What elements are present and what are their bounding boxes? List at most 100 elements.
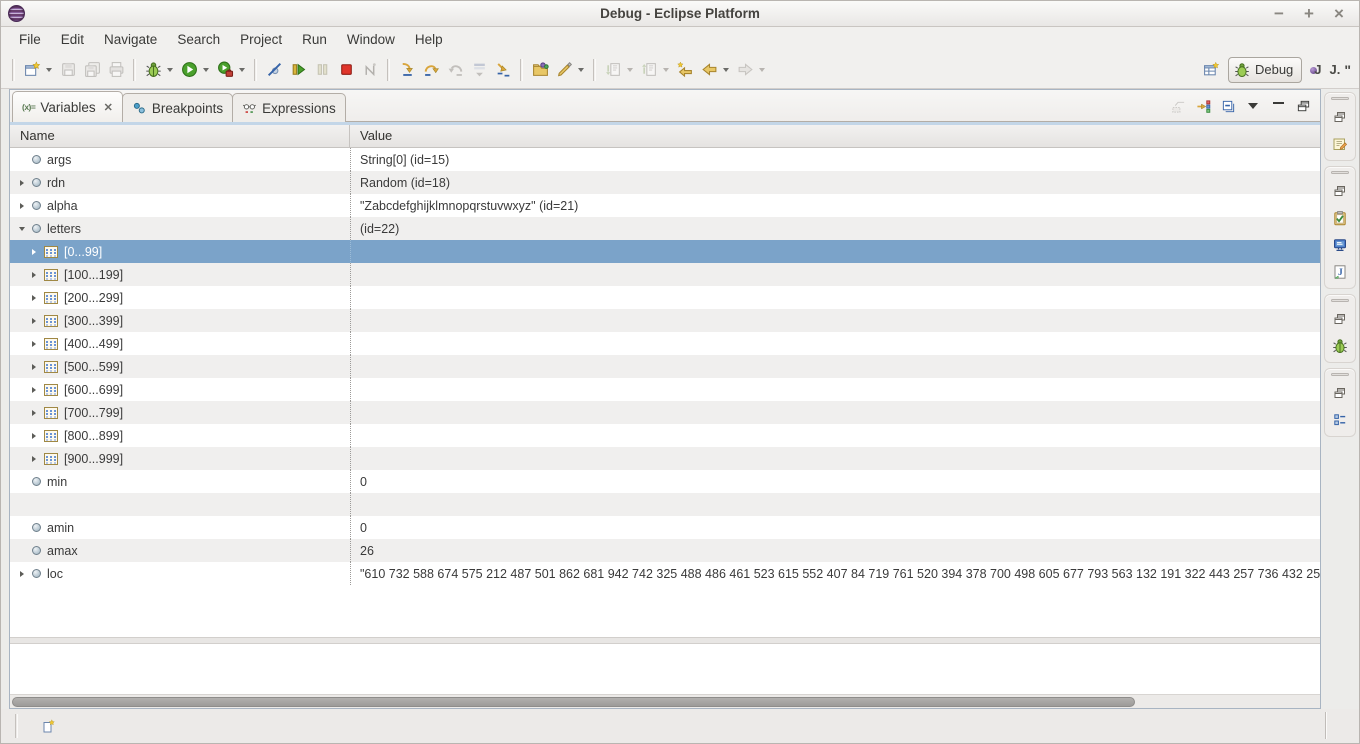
- expand-arrow[interactable]: [16, 571, 28, 577]
- expand-arrow[interactable]: [28, 410, 40, 416]
- disconnect-button[interactable]: [358, 57, 382, 83]
- tab-variables[interactable]: (x)= Variables ✕: [12, 91, 123, 122]
- expand-arrow[interactable]: [16, 203, 28, 209]
- last-edit-location-button[interactable]: [673, 57, 697, 83]
- column-header-name[interactable]: Name: [10, 125, 350, 147]
- column-header-value[interactable]: Value: [350, 125, 1320, 147]
- debug-button[interactable]: [141, 57, 165, 83]
- scrollbar-thumb[interactable]: [12, 697, 1135, 707]
- close-icon[interactable]: ✕: [104, 101, 113, 114]
- debug-view-button[interactable]: [1329, 336, 1351, 356]
- collapse-all-button[interactable]: [1217, 95, 1239, 117]
- table-row[interactable]: letters (id=22): [10, 217, 1320, 240]
- javadoc-view-button[interactable]: J: [1329, 262, 1351, 282]
- console-view-button[interactable]: [1329, 235, 1351, 255]
- restore-outline-button[interactable]: [1329, 383, 1351, 403]
- run-dropdown[interactable]: [201, 57, 211, 83]
- table-row[interactable]: amax 26: [10, 539, 1320, 562]
- perspective-debug-button[interactable]: Debug: [1228, 57, 1302, 83]
- show-logical-structure-button[interactable]: [1192, 95, 1214, 117]
- window-maximize-button[interactable]: +: [1301, 1, 1317, 27]
- menu-project[interactable]: Project: [230, 30, 292, 49]
- tab-breakpoints[interactable]: Breakpoints: [122, 93, 233, 122]
- detail-pane-splitter[interactable]: [10, 637, 1320, 644]
- horizontal-scrollbar[interactable]: [10, 694, 1320, 708]
- back-button[interactable]: [697, 57, 721, 83]
- save-all-button[interactable]: [80, 57, 104, 83]
- expand-arrow[interactable]: [28, 272, 40, 278]
- perspective-overflow-indicator[interactable]: ": [1344, 62, 1351, 78]
- menu-window[interactable]: Window: [337, 30, 405, 49]
- show-columns-button[interactable]: [1167, 95, 1189, 117]
- expand-arrow[interactable]: [28, 456, 40, 462]
- fast-view-button[interactable]: [38, 715, 60, 737]
- next-annotation-dropdown[interactable]: [625, 57, 635, 83]
- tab-expressions[interactable]: Expressions: [232, 93, 346, 122]
- search-button[interactable]: [552, 57, 576, 83]
- menu-file[interactable]: File: [9, 30, 51, 49]
- window-minimize-button[interactable]: −: [1271, 1, 1287, 27]
- back-dropdown[interactable]: [721, 57, 731, 83]
- menu-search[interactable]: Search: [167, 30, 230, 49]
- table-row[interactable]: loc "610 732 588 674 575 212 487 501 862…: [10, 562, 1320, 585]
- forward-dropdown[interactable]: [757, 57, 767, 83]
- suspend-button[interactable]: [310, 57, 334, 83]
- table-row[interactable]: args String[0] (id=15): [10, 148, 1320, 171]
- table-row[interactable]: [100...199]: [10, 263, 1320, 286]
- restore-editor-button[interactable]: [1329, 107, 1351, 127]
- menu-navigate[interactable]: Navigate: [94, 30, 167, 49]
- debug-dropdown[interactable]: [165, 57, 175, 83]
- expand-arrow[interactable]: [28, 295, 40, 301]
- table-row[interactable]: [800...899]: [10, 424, 1320, 447]
- table-row[interactable]: amin 0: [10, 516, 1320, 539]
- trim-drag-handle[interactable]: [1331, 97, 1349, 100]
- open-perspective-button[interactable]: [1200, 57, 1224, 83]
- next-annotation-button[interactable]: [601, 57, 625, 83]
- resume-button[interactable]: [286, 57, 310, 83]
- step-over-button[interactable]: [419, 57, 443, 83]
- editor-button[interactable]: [1329, 134, 1351, 154]
- table-row[interactable]: [0...99]: [10, 240, 1320, 263]
- outline-view-button[interactable]: [1329, 410, 1351, 430]
- step-return-button[interactable]: [443, 57, 467, 83]
- expand-arrow[interactable]: [16, 227, 28, 231]
- perspective-java-browsing-button[interactable]: J.: [1326, 62, 1341, 77]
- restore-debug-button[interactable]: [1329, 309, 1351, 329]
- expand-arrow[interactable]: [28, 433, 40, 439]
- open-type-button[interactable]: [528, 57, 552, 83]
- run-button[interactable]: [177, 57, 201, 83]
- use-step-filters-button[interactable]: [491, 57, 515, 83]
- restore-views-button[interactable]: [1329, 181, 1351, 201]
- expand-arrow[interactable]: [28, 249, 40, 255]
- table-row[interactable]: min 0: [10, 470, 1320, 493]
- drop-to-frame-button[interactable]: [467, 57, 491, 83]
- table-row[interactable]: [600...699]: [10, 378, 1320, 401]
- minimize-view-button[interactable]: [1267, 95, 1289, 117]
- table-row[interactable]: [500...599]: [10, 355, 1320, 378]
- table-row[interactable]: [10, 493, 1320, 516]
- expand-arrow[interactable]: [28, 318, 40, 324]
- expand-arrow[interactable]: [16, 180, 28, 186]
- run-external-tools-button[interactable]: [213, 57, 237, 83]
- expand-arrow[interactable]: [28, 341, 40, 347]
- previous-annotation-button[interactable]: [637, 57, 661, 83]
- previous-annotation-dropdown[interactable]: [661, 57, 671, 83]
- table-row[interactable]: [700...799]: [10, 401, 1320, 424]
- window-close-button[interactable]: ×: [1331, 1, 1347, 27]
- print-button[interactable]: [104, 57, 128, 83]
- step-into-button[interactable]: [395, 57, 419, 83]
- maximize-view-button[interactable]: [1292, 95, 1314, 117]
- tasks-view-button[interactable]: [1329, 208, 1351, 228]
- menu-run[interactable]: Run: [292, 30, 337, 49]
- terminate-button[interactable]: [334, 57, 358, 83]
- menu-help[interactable]: Help: [405, 30, 453, 49]
- search-dropdown[interactable]: [576, 57, 586, 83]
- new-wizard-dropdown[interactable]: [44, 57, 54, 83]
- table-row[interactable]: [400...499]: [10, 332, 1320, 355]
- expand-arrow[interactable]: [28, 387, 40, 393]
- run-external-tools-dropdown[interactable]: [237, 57, 247, 83]
- skip-all-breakpoints-button[interactable]: [262, 57, 286, 83]
- table-row[interactable]: rdn Random (id=18): [10, 171, 1320, 194]
- save-button[interactable]: [56, 57, 80, 83]
- detail-pane[interactable]: [10, 644, 1320, 694]
